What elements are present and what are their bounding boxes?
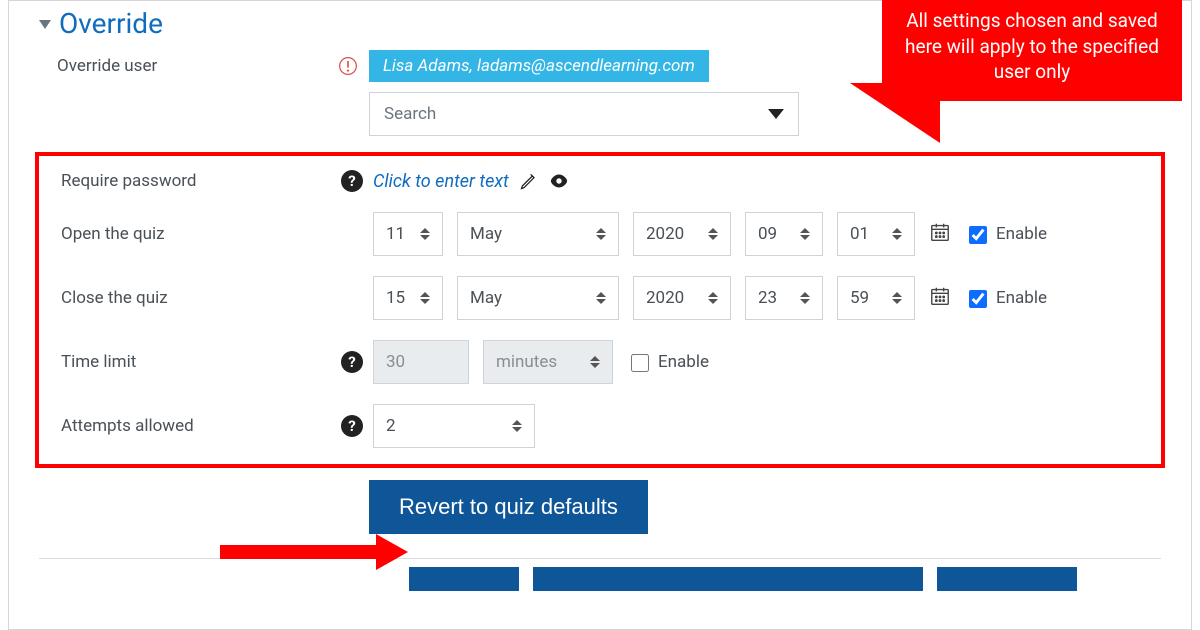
calendar-icon[interactable] xyxy=(929,221,951,247)
user-search-select[interactable]: Search xyxy=(369,92,799,136)
time-limit-enable-checkbox[interactable] xyxy=(631,354,649,372)
action-button-stub[interactable] xyxy=(409,567,519,591)
separator xyxy=(39,558,1161,559)
eye-icon[interactable] xyxy=(549,171,569,191)
open-year-select[interactable]: 2020 xyxy=(633,212,731,256)
password-enter-text[interactable]: Click to enter text xyxy=(373,171,569,192)
attempts-select[interactable]: 2 xyxy=(373,404,535,448)
open-hour-select[interactable]: 09 xyxy=(745,212,823,256)
annotation-callout: All settings chosen and saved here will … xyxy=(882,0,1182,101)
close-hour-select[interactable]: 23 xyxy=(745,276,823,320)
action-buttons-row xyxy=(39,567,1161,591)
time-limit-enable-toggle[interactable]: Enable xyxy=(627,350,709,374)
action-button-stub[interactable] xyxy=(937,567,1077,591)
highlighted-settings-area: Require password ? Click to enter text O… xyxy=(35,152,1165,468)
collapse-caret-icon xyxy=(39,20,51,29)
help-icon[interactable]: ? xyxy=(341,170,363,192)
close-enable-toggle[interactable]: Enable xyxy=(965,286,1047,310)
close-enable-checkbox[interactable] xyxy=(969,290,987,308)
help-icon[interactable]: ? xyxy=(341,415,363,437)
password-enter-text-label: Click to enter text xyxy=(373,171,509,192)
dropdown-icon xyxy=(768,109,784,119)
override-user-label: Override user xyxy=(57,56,157,76)
close-minute-select[interactable]: 59 xyxy=(837,276,915,320)
close-month-select[interactable]: May xyxy=(457,276,619,320)
pencil-icon xyxy=(519,171,539,191)
calendar-icon[interactable] xyxy=(929,285,951,311)
annotation-text: All settings chosen and saved here will … xyxy=(905,9,1159,83)
require-password-label: Require password xyxy=(61,171,197,191)
open-month-select[interactable]: May xyxy=(457,212,619,256)
selected-user-chip[interactable]: Lisa Adams, ladams@ascendlearning.com xyxy=(369,50,709,82)
revert-defaults-button[interactable]: Revert to quiz defaults xyxy=(369,480,648,534)
help-icon[interactable]: ? xyxy=(341,351,363,373)
open-enable-toggle[interactable]: Enable xyxy=(965,222,1047,246)
action-button-stub[interactable] xyxy=(533,567,923,591)
time-limit-unit[interactable]: minutes xyxy=(483,340,613,384)
open-quiz-label: Open the quiz xyxy=(61,224,165,244)
open-minute-select[interactable]: 01 xyxy=(837,212,915,256)
open-enable-checkbox[interactable] xyxy=(969,226,987,244)
search-placeholder: Search xyxy=(384,104,436,124)
open-day-select[interactable]: 11 xyxy=(373,212,443,256)
time-limit-label: Time limit xyxy=(61,352,136,372)
attempts-label: Attempts allowed xyxy=(61,416,194,436)
close-day-select[interactable]: 15 xyxy=(373,276,443,320)
section-title: Override xyxy=(59,7,163,40)
close-quiz-label: Close the quiz xyxy=(61,288,168,308)
required-icon xyxy=(337,55,359,77)
time-limit-value[interactable]: 30 xyxy=(373,340,469,384)
close-year-select[interactable]: 2020 xyxy=(633,276,731,320)
